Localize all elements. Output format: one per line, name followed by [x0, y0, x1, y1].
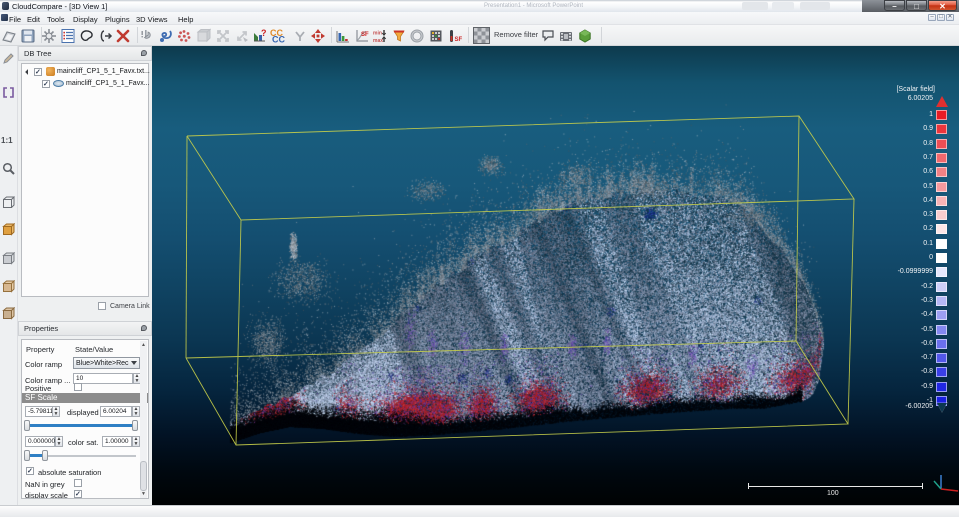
svg-text:max: max	[373, 38, 383, 44]
svg-text:min: min	[373, 31, 382, 37]
svg-text:CC: CC	[272, 35, 285, 45]
svg-text:SF: SF	[361, 32, 369, 38]
svg-text:SF: SF	[455, 37, 463, 43]
svg-text:?: ?	[261, 28, 267, 38]
